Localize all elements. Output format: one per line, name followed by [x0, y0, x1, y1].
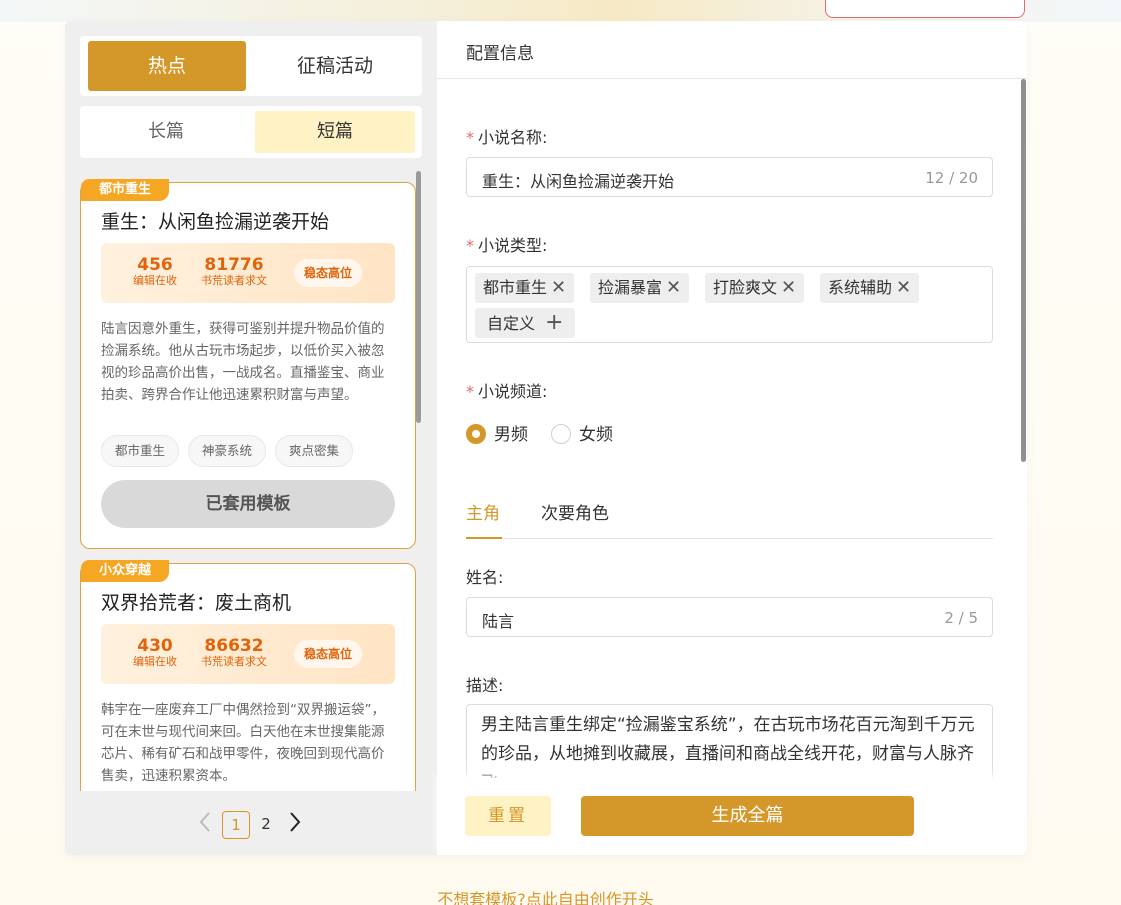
- stat-readers-number: 86632: [204, 636, 264, 656]
- length-tab-group: 长篇 短篇: [80, 106, 422, 158]
- card-description: 陆言因意外重生，获得可鉴别并提升物品价值的捡漏系统。他从古玩市场起步，以低价买入…: [101, 321, 385, 403]
- type-tag-label: 系统辅助: [828, 278, 893, 297]
- type-tag-label: 捡漏暴富: [598, 278, 663, 297]
- novel-name-input[interactable]: 重生：从闲鱼捡漏逆袭开始 12 / 20: [466, 157, 993, 197]
- card-title: 双界拾荒者：废土商机: [101, 592, 292, 614]
- channel-label: * 小说频道:: [466, 378, 547, 402]
- close-icon[interactable]: ✕: [551, 277, 566, 298]
- type-tag: 都市重生 ✕: [475, 273, 575, 303]
- novel-name-label: * 小说名称:: [466, 124, 547, 148]
- tab-protagonist[interactable]: 主角: [466, 499, 500, 524]
- protagonist-name-value: 陆言: [482, 612, 515, 631]
- generate-full-button[interactable]: 生成全篇: [581, 796, 914, 836]
- template-list-column: 热点 征稿活动 长篇 短篇 都市重生 重生：从闲鱼捡漏逆袭开始 456 编辑在收…: [65, 21, 437, 855]
- source-tab-group: 热点 征稿活动: [80, 36, 422, 96]
- protagonist-name-counter: 2 / 5: [944, 609, 978, 627]
- page-1-button[interactable]: 1: [222, 811, 250, 839]
- config-scrollbar[interactable]: [1021, 79, 1026, 462]
- radio-male-label: 男频: [494, 425, 528, 445]
- radio-female-label: 女频: [579, 425, 613, 445]
- protagonist-name-label: 姓名:: [466, 568, 504, 587]
- channel-label-text: 小说频道:: [478, 382, 548, 401]
- card-title: 重生：从闲鱼捡漏逆袭开始: [101, 211, 330, 233]
- top-pill-button[interactable]: [825, 0, 1025, 18]
- stat-editors-label: 编辑在收: [133, 655, 177, 668]
- tab-short[interactable]: 短篇: [255, 111, 415, 153]
- required-asterisk: *: [466, 236, 474, 255]
- tab-long[interactable]: 长篇: [86, 111, 246, 153]
- config-column: 配置信息 * 小说名称: 重生：从闲鱼捡漏逆袭开始 12 / 20 * 小说类型: …: [437, 21, 1027, 855]
- novel-type-tag-box[interactable]: 都市重生 ✕ 捡漏暴富 ✕ 打脸爽文 ✕ 系统辅助 ✕ 自定义 +: [466, 266, 993, 343]
- template-panel: 热点 征稿活动 长篇 短篇 都市重生 重生：从闲鱼捡漏逆袭开始 456 编辑在收…: [65, 21, 1027, 855]
- card-stats: 430 编辑在收 86632 书荒读者求文 稳态高位: [101, 624, 395, 684]
- config-title: 配置信息: [466, 44, 534, 64]
- page-2-button[interactable]: 2: [252, 811, 280, 839]
- free-create-link[interactable]: 不想套模板?点此自由创作开头: [0, 886, 1121, 905]
- novel-name-value: 重生：从闲鱼捡漏逆袭开始: [482, 172, 675, 191]
- card-list: 都市重生 重生：从闲鱼捡漏逆袭开始 456 编辑在收 81776 书荒读者求文 …: [65, 171, 437, 791]
- template-card[interactable]: 都市重生 重生：从闲鱼捡漏逆袭开始 456 编辑在收 81776 书荒读者求文 …: [80, 179, 416, 549]
- stat-editors: 430 编辑在收: [133, 637, 177, 669]
- prev-page-icon[interactable]: [195, 811, 215, 837]
- plus-icon: +: [545, 310, 564, 335]
- stat-readers-label: 书荒读者求文: [201, 655, 267, 668]
- novel-type-label-text: 小说类型:: [478, 236, 548, 255]
- protagonist-name-input[interactable]: 陆言 2 / 5: [466, 597, 993, 637]
- template-card[interactable]: 小众穿越 双界拾荒者：废土商机 430 编辑在收 86632 书荒读者求文 稳态…: [80, 560, 416, 791]
- card-chip-list: 都市重生 神豪系统 爽点密集: [101, 435, 362, 467]
- next-page-icon[interactable]: [285, 811, 305, 837]
- role-tabs: 主角 次要角色: [466, 499, 993, 539]
- card-chip: 神豪系统: [188, 435, 267, 467]
- stat-editors-label: 编辑在收: [133, 274, 177, 287]
- novel-type-label: * 小说类型:: [466, 232, 547, 256]
- stat-editors-number: 430: [137, 636, 173, 656]
- type-tag: 打脸爽文 ✕: [705, 273, 805, 303]
- type-tag: 系统辅助 ✕: [820, 273, 920, 303]
- card-genre-tag: 小众穿越: [81, 560, 170, 582]
- config-header: 配置信息: [437, 21, 1027, 79]
- protagonist-desc-label: 描述:: [466, 676, 504, 695]
- trend-badge: 稳态高位: [294, 259, 362, 287]
- tab-secondary-roles[interactable]: 次要角色: [541, 499, 609, 524]
- radio-female[interactable]: 女频: [551, 420, 613, 445]
- card-description: 韩宇在一座废弃工厂中偶然捡到“双界搬运袋”，可在末世与现代间来回。白天他在末世搜…: [101, 702, 385, 784]
- close-icon[interactable]: ✕: [666, 277, 681, 298]
- card-stats: 456 编辑在收 81776 书荒读者求文 稳态高位: [101, 243, 395, 303]
- stat-editors: 456 编辑在收: [133, 256, 177, 288]
- action-footer: 重置 生成全篇: [437, 778, 1027, 855]
- add-custom-tag-button[interactable]: 自定义 +: [475, 308, 576, 338]
- card-chip: 爽点密集: [275, 435, 354, 467]
- close-icon[interactable]: ✕: [896, 277, 911, 298]
- stat-editors-number: 456: [137, 255, 173, 275]
- pagination: 1 2: [65, 811, 437, 841]
- radio-unchecked-icon: [551, 424, 571, 444]
- required-asterisk: *: [466, 382, 474, 401]
- active-tab-indicator: [466, 537, 502, 539]
- stat-readers: 81776 书荒读者求文: [201, 256, 267, 288]
- type-tag: 捡漏暴富 ✕: [590, 273, 690, 303]
- card-genre-tag: 都市重生: [81, 179, 170, 201]
- type-tag-label: 打脸爽文: [713, 278, 778, 297]
- radio-checked-icon: [466, 424, 486, 444]
- novel-name-label-text: 小说名称:: [478, 128, 548, 147]
- required-asterisk: *: [466, 128, 474, 147]
- close-icon[interactable]: ✕: [781, 277, 796, 298]
- novel-name-counter: 12 / 20: [925, 169, 978, 187]
- card-list-scrollbar[interactable]: [416, 171, 421, 423]
- stat-readers-label: 书荒读者求文: [201, 274, 267, 287]
- trend-badge: 稳态高位: [294, 640, 362, 668]
- stat-readers-number: 81776: [204, 255, 264, 275]
- tab-hot[interactable]: 热点: [88, 41, 246, 91]
- radio-male[interactable]: 男频: [466, 420, 528, 445]
- reset-button[interactable]: 重置: [465, 796, 551, 836]
- type-tag-label: 都市重生: [483, 278, 548, 297]
- stat-readers: 86632 书荒读者求文: [201, 637, 267, 669]
- template-applied-button[interactable]: 已套用模板: [101, 480, 395, 528]
- card-chip: 都市重生: [101, 435, 180, 467]
- custom-tag-label: 自定义: [487, 314, 536, 333]
- tab-contest[interactable]: 征稿活动: [256, 41, 414, 91]
